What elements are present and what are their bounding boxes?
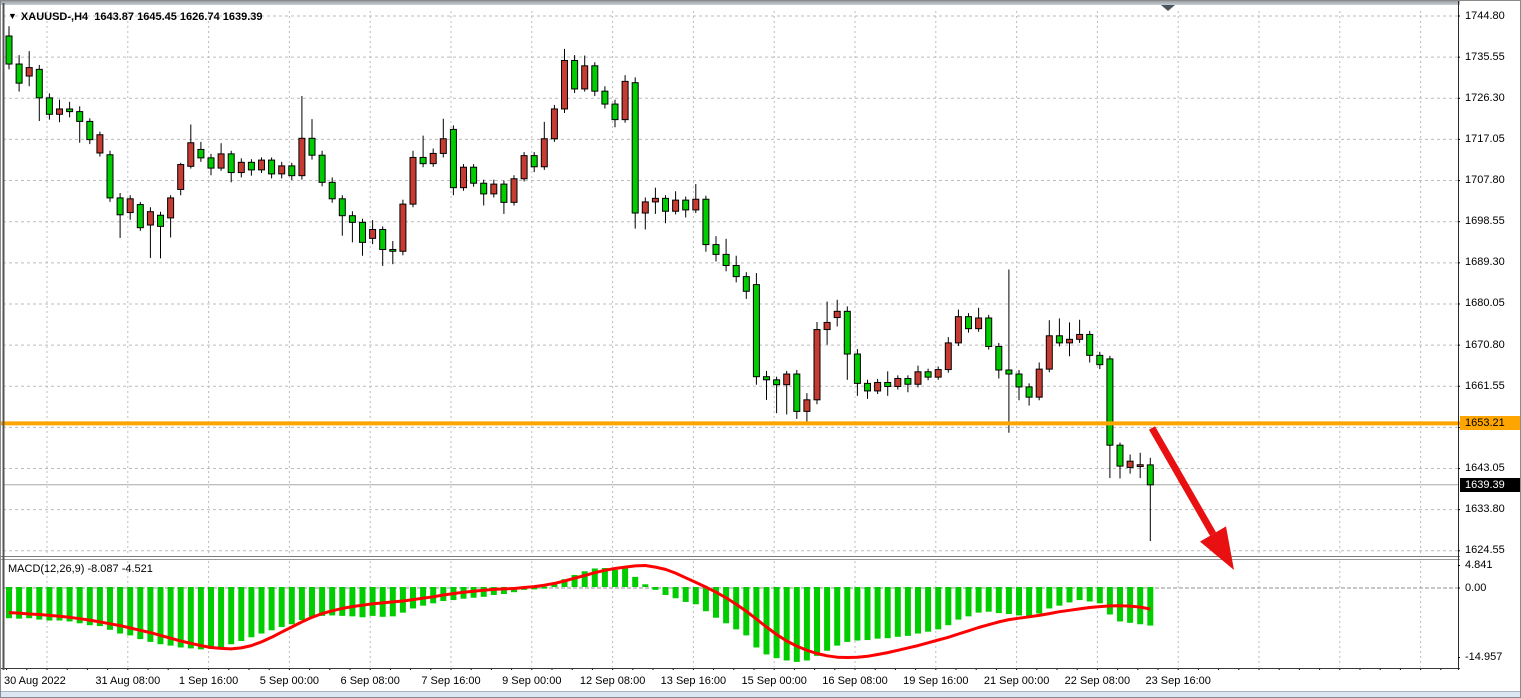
time-tick-label: 1 Sep 16:00 (179, 675, 238, 687)
time-tick-label: 15 Sep 00:00 (741, 675, 806, 687)
time-tick-label: 13 Sep 16:00 (661, 675, 726, 687)
time-tick-label: 7 Sep 16:00 (421, 675, 480, 687)
price-tick-label: 1744.80 (1465, 10, 1505, 22)
price-tick-label: 1633.80 (1465, 503, 1505, 515)
time-tick-label: 30 Aug 2022 (4, 675, 66, 687)
candles-layer (6, 26, 1153, 541)
bid-price-flag: 1639.39 (1460, 478, 1520, 492)
chart-shift-marker[interactable] (1161, 5, 1175, 11)
time-tick-label: 16 Sep 08:00 (822, 675, 887, 687)
macd-scale-label: 0.00 (1465, 582, 1486, 594)
time-tick-label: 6 Sep 08:00 (341, 675, 400, 687)
price-tick-label: 1707.80 (1465, 174, 1505, 186)
grid-layer (3, 11, 1458, 667)
trend-arrow-annotation[interactable] (1152, 428, 1234, 570)
price-tick-label: 1670.80 (1465, 339, 1505, 351)
price-tick-label: 1643.05 (1465, 462, 1505, 474)
macd-indicator-label: MACD(12,26,9) -8.087 -4.521 (8, 563, 153, 575)
price-axis[interactable]: 1744.80 1735.55 1726.30 1717.05 1707.80 1698.… (1460, 1, 1521, 691)
trading-chart-window: ▼ XAUUSD-,H4 1643.87 1645.45 1626.74 1639… (0, 0, 1521, 698)
ohlc-values-label: 1643.87 1645.45 1626.74 1639.39 (94, 11, 262, 23)
price-tick-label: 1735.55 (1465, 51, 1505, 63)
macd-scale-label: 4.841 (1465, 559, 1493, 571)
time-tick-label: 19 Sep 16:00 (903, 675, 968, 687)
chart-canvas[interactable] (1, 1, 1521, 698)
time-tick-label: 22 Sep 08:00 (1065, 675, 1130, 687)
chart-title: ▼ XAUUSD-,H4 1643.87 1645.45 1626.74 1639… (8, 11, 263, 23)
price-tick-label: 1689.30 (1465, 256, 1505, 268)
time-tick-label: 12 Sep 08:00 (580, 675, 645, 687)
price-tick-label: 1698.55 (1465, 215, 1505, 227)
symbol-period-label: XAUUSD-,H4 (21, 11, 88, 23)
time-tick-label: 5 Sep 00:00 (260, 675, 319, 687)
symbol-dropdown-icon[interactable]: ▼ (8, 11, 17, 21)
price-tick-label: 1680.05 (1465, 297, 1505, 309)
price-tick-label: 1661.55 (1465, 380, 1505, 392)
window-bottom-strip (1, 691, 1521, 698)
time-tick-label: 23 Sep 16:00 (1145, 675, 1210, 687)
price-tick-label: 1726.30 (1465, 92, 1505, 104)
time-tick-label: 9 Sep 00:00 (502, 675, 561, 687)
time-tick-label: 31 Aug 08:00 (95, 675, 160, 687)
time-tick-label: 21 Sep 00:00 (984, 675, 1049, 687)
macd-histogram-layer (6, 567, 1153, 662)
time-axis[interactable]: 30 Aug 2022 31 Aug 08:00 1 Sep 16:00 5 Sep … (1, 670, 1460, 691)
hline-price-flag: 1653.21 (1460, 416, 1520, 430)
price-tick-label: 1717.05 (1465, 133, 1505, 145)
price-tick-label: 1624.55 (1465, 544, 1505, 556)
macd-scale-label: -14.957 (1465, 651, 1502, 663)
